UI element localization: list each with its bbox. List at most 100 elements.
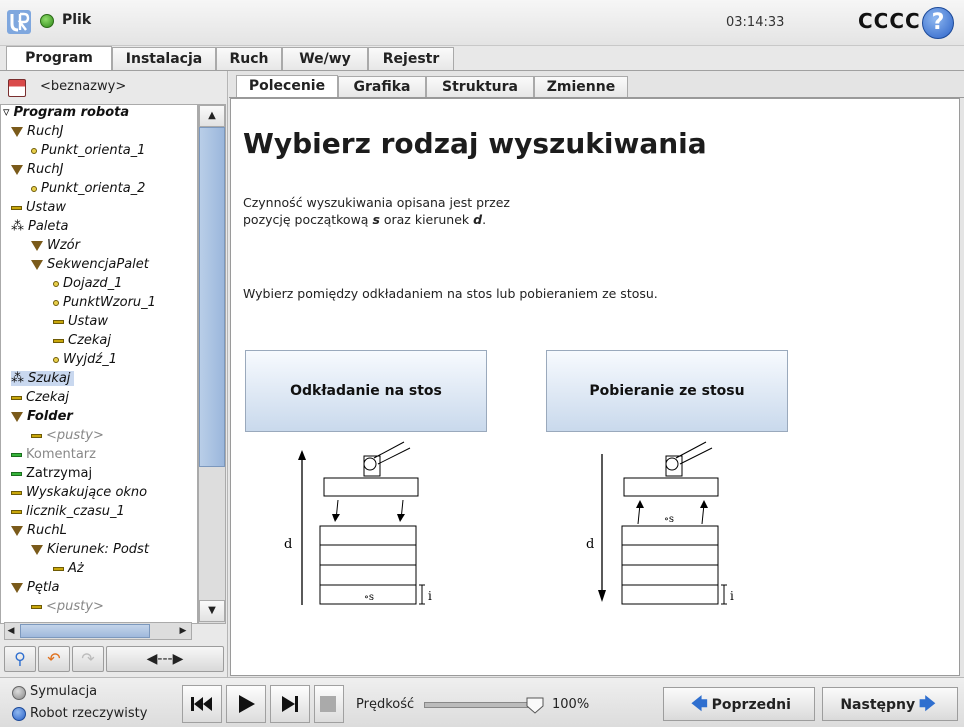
tab-rejestr[interactable]: Rejestr <box>368 47 454 71</box>
real-robot-radio-icon[interactable] <box>12 707 26 721</box>
tree-node-label: <pusty> <box>46 599 104 614</box>
tree-node-label: Wyjdź_1 <box>63 352 118 367</box>
tab-instalacja[interactable]: Instalacja <box>112 47 216 71</box>
tree-node[interactable]: SekwencjaPalet <box>31 257 149 272</box>
tree-node[interactable]: <pusty> <box>31 428 104 443</box>
stop-icon <box>320 696 336 712</box>
next-button[interactable]: Następny 🡆 <box>822 687 958 721</box>
tree-node[interactable]: Wyskakujące okno <box>11 485 147 500</box>
tree-node[interactable]: RuchJ <box>11 124 64 139</box>
command-icon <box>53 338 64 343</box>
file-status-icon[interactable] <box>40 14 54 28</box>
rewind-button[interactable] <box>182 685 222 723</box>
tree-node-selected[interactable]: ⁂ Szukaj <box>11 371 75 386</box>
tree-node-label: <pusty> <box>46 428 104 443</box>
diagram-d-label: d <box>586 537 594 552</box>
play-button[interactable] <box>226 685 266 723</box>
tree-node[interactable]: Aż <box>53 561 84 576</box>
tree-node-label: Pętla <box>27 580 60 595</box>
scroll-thumb-horizontal[interactable] <box>20 624 150 638</box>
tree-node-label: licznik_czasu_1 <box>26 504 125 519</box>
tab-program[interactable]: Program <box>6 46 112 71</box>
step-button[interactable] <box>270 685 310 723</box>
scroll-left-icon[interactable]: ◀ <box>4 622 18 640</box>
tree-node[interactable]: Pętla <box>11 580 60 595</box>
tree-node[interactable]: Kierunek: Podst <box>31 542 149 557</box>
description-line-1: Czynność wyszukiwania opisana jest przez <box>243 195 510 210</box>
move-icon <box>31 259 43 270</box>
tree-node[interactable]: Komentarz <box>11 447 96 462</box>
tab-struktura[interactable]: Struktura <box>426 76 534 98</box>
tree-node[interactable]: Punkt_orienta_1 <box>31 143 145 158</box>
tree-node-label: RuchJ <box>27 162 64 177</box>
halt-icon <box>11 471 22 476</box>
tree-node-label: Punkt_orienta_1 <box>41 143 146 158</box>
tree-node[interactable]: Zatrzymaj <box>11 466 92 481</box>
tree-node[interactable]: RuchL <box>11 523 67 538</box>
tree-node[interactable]: Folder <box>11 409 73 424</box>
tree-node[interactable]: Dojazd_1 <box>53 276 122 291</box>
description-choose: Wybierz pomiędzy odkładaniem na stos lub… <box>243 286 658 301</box>
tree-node-label: Program robota <box>13 105 130 120</box>
waypoint-icon <box>53 299 59 306</box>
speed-slider-thumb[interactable] <box>525 696 545 714</box>
stacking-button[interactable]: Odkładanie na stos <box>245 350 487 432</box>
program-tree: ▿ Program robota RuchJ Punkt_orienta_1 Ru… <box>0 104 198 624</box>
undo-icon[interactable]: ↶ <box>38 646 70 672</box>
simulation-label[interactable]: Symulacja <box>30 684 97 699</box>
tree-node[interactable]: licznik_czasu_1 <box>11 504 125 519</box>
tree-node-label: PunktWzoru_1 <box>63 295 156 310</box>
tree-node[interactable]: PunktWzoru_1 <box>53 295 156 310</box>
title-bar <box>0 0 964 46</box>
tree-node-label: Wzór <box>47 238 80 253</box>
tree-node[interactable]: Czekaj <box>53 333 111 348</box>
next-label: Następny <box>840 697 916 713</box>
redo-icon[interactable]: ↷ <box>72 646 104 672</box>
tab-we-wy[interactable]: We/wy <box>282 47 368 71</box>
command-icon <box>53 566 64 571</box>
tab-grafika[interactable]: Grafika <box>338 76 426 98</box>
command-icon <box>31 604 42 609</box>
tree-node[interactable]: Czekaj <box>11 390 69 405</box>
tree-node[interactable]: ▿ Program robota <box>3 105 129 120</box>
tree-node[interactable]: ⁂ Paleta <box>11 219 68 234</box>
tree-node[interactable]: Ustaw <box>53 314 108 329</box>
tree-node[interactable]: RuchJ <box>11 162 64 177</box>
simulation-radio-icon[interactable] <box>12 686 26 700</box>
waypoint-icon <box>53 356 59 363</box>
previous-button[interactable]: 🡄 Poprzedni <box>663 687 815 721</box>
tree-node[interactable]: Wzór <box>31 238 80 253</box>
start-position-symbol: s <box>372 212 380 227</box>
stop-button[interactable] <box>314 685 344 723</box>
tree-node-label: RuchJ <box>27 124 64 139</box>
tree-node-label: Ustaw <box>26 200 66 215</box>
move-icon <box>11 525 23 536</box>
scroll-up-icon[interactable]: ▲ <box>199 105 225 127</box>
waypoint-icon <box>31 185 37 192</box>
command-icon <box>11 395 22 400</box>
move-icon <box>31 240 43 251</box>
scroll-right-icon[interactable]: ▶ <box>176 622 190 640</box>
tree-node[interactable]: Wyjdź_1 <box>53 352 117 367</box>
tab-zmienne[interactable]: Zmienne <box>534 76 628 98</box>
real-robot-label[interactable]: Robot rzeczywisty <box>30 706 147 721</box>
tree-node[interactable]: Punkt_orienta_2 <box>31 181 145 196</box>
scroll-down-icon[interactable]: ▼ <box>199 600 225 622</box>
tab-ruch[interactable]: Ruch <box>216 47 282 71</box>
move-node-icon[interactable]: ◀---▶ <box>106 646 224 672</box>
tree-node[interactable]: <pusty> <box>31 599 104 614</box>
waypoint-icon <box>31 147 37 154</box>
tree-node[interactable]: Ustaw <box>11 200 66 215</box>
search-icon[interactable]: ⚲ <box>4 646 36 672</box>
loop-icon <box>11 582 23 593</box>
page-title: Wybierz rodzaj wyszukiwania <box>243 127 707 160</box>
folder-icon <box>11 411 23 422</box>
save-icon[interactable] <box>8 79 26 97</box>
program-header: <beznazwy> <box>4 76 224 100</box>
destacking-button[interactable]: Pobieranie ze stosu <box>546 350 788 432</box>
file-menu[interactable]: Plik <box>62 12 91 28</box>
help-icon[interactable]: ? <box>922 7 954 39</box>
command-icon <box>31 433 42 438</box>
tab-polecenie[interactable]: Polecenie <box>236 75 338 98</box>
scroll-thumb[interactable] <box>199 127 225 467</box>
